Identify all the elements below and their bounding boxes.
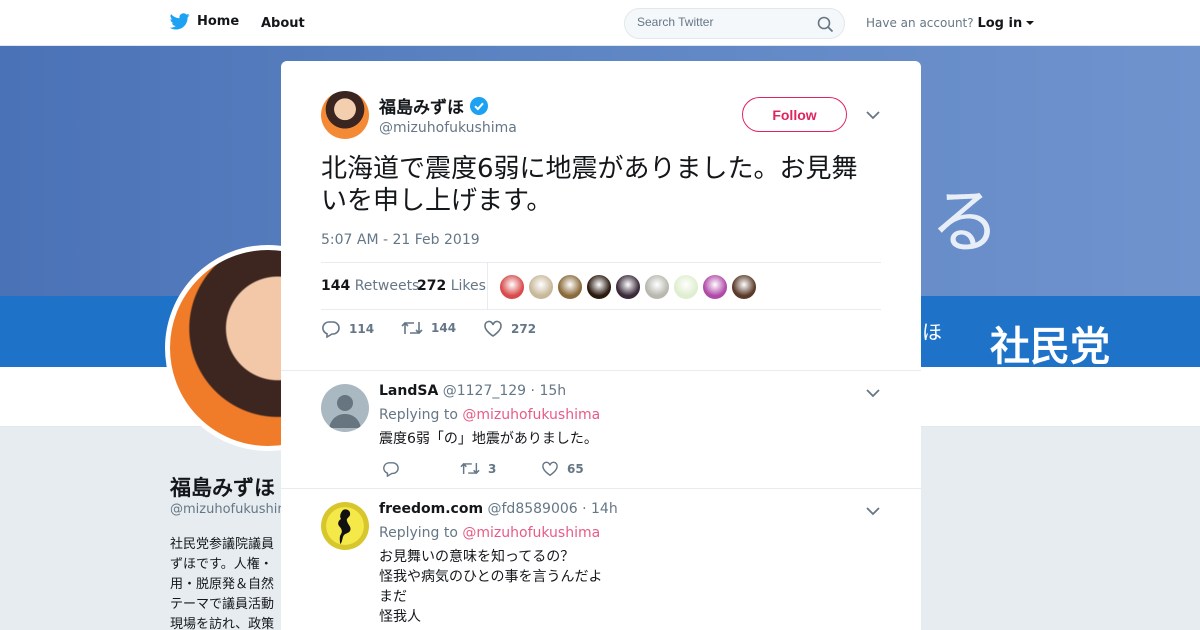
like-count: 272	[511, 322, 537, 336]
default-avatar-icon	[329, 395, 361, 428]
reply-header: LandSA @1127_129 · 15h	[379, 383, 566, 399]
liker-avatar[interactable]	[731, 274, 757, 300]
reply-icon	[383, 462, 399, 477]
search-box[interactable]	[624, 8, 845, 39]
like-button[interactable]: 65	[541, 461, 584, 477]
avatar[interactable]	[321, 384, 369, 432]
likes-stat[interactable]: 272 Likes	[417, 278, 486, 294]
liker-avatar[interactable]	[702, 274, 728, 300]
home-label: Home	[197, 14, 240, 29]
retweet-count: 144	[431, 321, 457, 335]
author-name[interactable]: 福島みずほ	[379, 93, 488, 118]
tweet-text: 北海道で震度6弱に地震がありました。お見舞いを申し上げます。	[321, 154, 858, 216]
avatar[interactable]	[321, 91, 369, 139]
verified-badge-icon	[470, 96, 488, 115]
chevron-down-icon[interactable]	[866, 110, 880, 120]
reply-text-line: まだ	[379, 589, 407, 605]
reply-button[interactable]	[382, 461, 408, 477]
retweets-stat[interactable]: 144 Retweets	[321, 278, 419, 294]
liker-avatar[interactable]	[528, 274, 554, 300]
account-prompt-text: Have an account?	[866, 16, 974, 30]
twitter-bird-icon	[170, 13, 190, 30]
search-input[interactable]	[637, 15, 807, 29]
reply-header: freedom.com @fd8589006 · 14h	[379, 501, 618, 517]
follow-button[interactable]: Follow	[742, 97, 847, 132]
chevron-down-icon[interactable]	[866, 506, 880, 516]
liker-avatar[interactable]	[499, 274, 525, 300]
caret-down-icon[interactable]	[1026, 19, 1035, 27]
retweet-count: 3	[488, 461, 497, 476]
top-navigation-bar: Home About Have an account? Log in	[0, 0, 1200, 46]
reply-text-line: 怪我人	[379, 609, 421, 625]
replying-to-link[interactable]: @mizuhofukushima	[462, 407, 600, 423]
like-button[interactable]: 272	[483, 320, 536, 338]
home-link[interactable]: Home	[170, 13, 239, 30]
account-prompt: Have an account? Log in	[866, 16, 1035, 31]
reply-text: お見舞いの意味を知ってるの？ 怪我や病気のひとの事を言うんだよ まだ 怪我人	[379, 547, 602, 627]
reply-time[interactable]: · 14h	[582, 501, 618, 517]
profile-name: 福島みずほ	[170, 476, 275, 500]
retweets-label: Retweets	[354, 278, 420, 294]
liker-avatar[interactable]	[644, 274, 670, 300]
retweet-button[interactable]: 144	[401, 320, 456, 336]
banner-small-text: ほ	[922, 320, 942, 344]
replying-prefix: Replying to	[379, 407, 458, 423]
banner-text: る	[930, 181, 1000, 263]
tweet-modal: 福島みずほ @mizuhofukushima Follow 北海道で震度6弱に地…	[281, 61, 921, 630]
stats-divider	[487, 263, 488, 310]
profile-bio: 社民党参議院議員ずほです。人権・用・脱原発＆自然テーマで議員活動現場を訪れ、政策	[170, 537, 275, 630]
banner-party-logo: 社民党	[990, 324, 1110, 367]
retweet-icon	[401, 321, 423, 335]
liker-avatar[interactable]	[615, 274, 641, 300]
login-link[interactable]: Log in	[977, 16, 1022, 31]
reply-author-name[interactable]: freedom.com	[379, 501, 483, 517]
heart-icon	[484, 320, 502, 337]
reply-author-handle[interactable]: @fd8589006	[488, 501, 578, 517]
heart-icon	[542, 461, 558, 477]
liker-avatar[interactable]	[557, 274, 583, 300]
likes-label: Likes	[450, 278, 486, 294]
tweet-timestamp[interactable]: 5:07 AM - 21 Feb 2019	[321, 232, 480, 248]
about-link[interactable]: About	[261, 16, 305, 31]
replying-to-link[interactable]: @mizuhofukushima	[462, 525, 600, 541]
liker-avatar[interactable]	[673, 274, 699, 300]
reply-time[interactable]: · 15h	[531, 383, 567, 399]
liker-avatar[interactable]	[586, 274, 612, 300]
replying-prefix: Replying to	[379, 525, 458, 541]
retweets-count: 144	[321, 278, 351, 294]
author-handle[interactable]: @mizuhofukushima	[379, 120, 517, 136]
search-icon[interactable]	[817, 16, 834, 33]
close-icon[interactable]	[1155, 12, 1179, 36]
retweet-icon	[460, 462, 480, 475]
chevron-down-icon[interactable]	[866, 388, 880, 398]
reply-tweet[interactable]: freedom.com @fd8589006 · 14h Replying to…	[281, 488, 921, 630]
retweet-button[interactable]: 3	[460, 461, 496, 476]
reply-author-name[interactable]: LandSA	[379, 383, 438, 399]
reply-author-handle[interactable]: @1127_129	[443, 383, 526, 399]
reply-text: 震度6弱「の」地震がありました。	[379, 431, 598, 447]
silhouette-logo-icon	[338, 509, 351, 544]
replying-to: Replying to @mizuhofukushima	[379, 525, 600, 541]
like-count: 65	[567, 462, 584, 476]
profile-handle: @mizuhofukushima	[170, 502, 298, 517]
reply-count: 114	[349, 322, 375, 336]
author-name-text: 福島みずほ	[379, 98, 464, 118]
reply-icon	[322, 321, 340, 338]
replying-to: Replying to @mizuhofukushima	[379, 407, 600, 423]
tweet-stats: 144 Retweets 272 Likes	[321, 262, 881, 310]
avatar[interactable]	[321, 502, 369, 550]
liker-avatars	[499, 274, 757, 300]
reply-text-line: 怪我や病気のひとの事を言うんだよ	[379, 569, 603, 585]
likes-count: 272	[417, 278, 447, 294]
reply-button[interactable]: 114	[321, 320, 374, 338]
reply-text-line: お見舞いの意味を知ってるの？	[379, 549, 575, 565]
reply-tweet[interactable]: LandSA @1127_129 · 15h Replying to @mizu…	[281, 370, 921, 489]
